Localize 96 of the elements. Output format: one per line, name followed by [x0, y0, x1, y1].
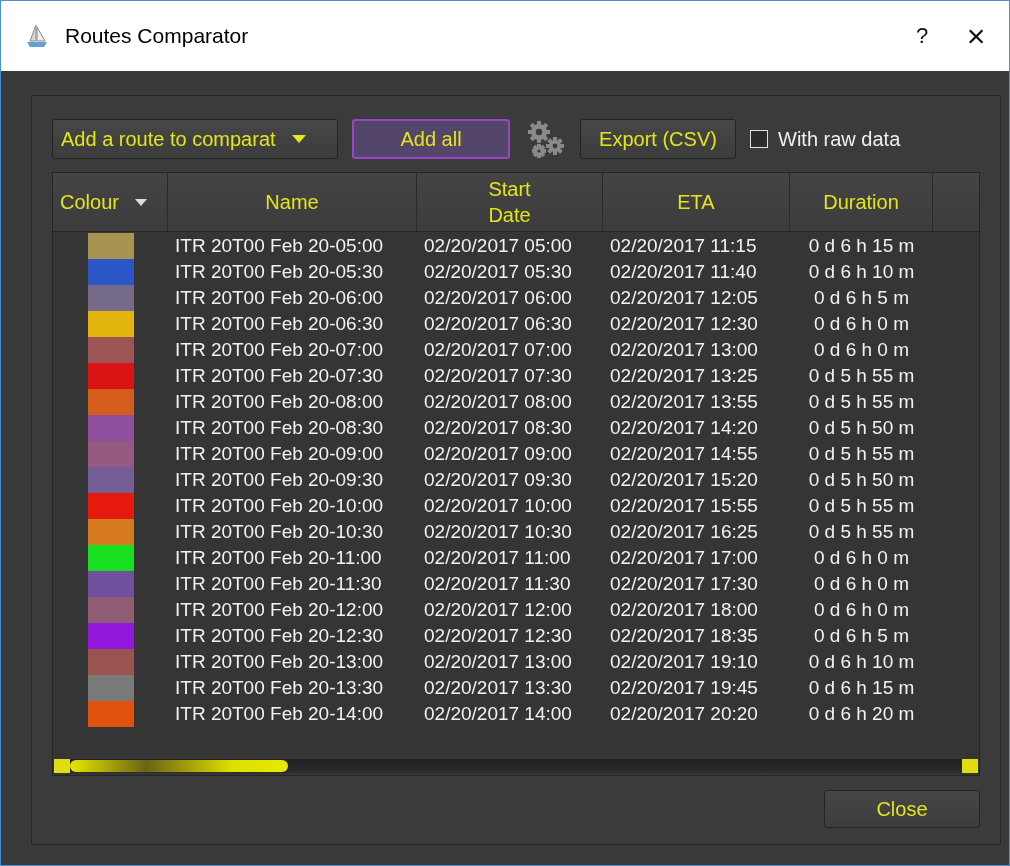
table-cell-text: 02/20/2017 10:30: [423, 520, 573, 544]
table-cell-text: 02/20/2017 09:00: [423, 442, 573, 466]
table-cell-text: ITR 20T00 Feb 20-05:00: [174, 234, 385, 258]
window-title: Routes Comparator: [65, 24, 249, 48]
add-all-button[interactable]: Add all: [352, 119, 510, 159]
table-cell-text: 0 d 6 h 0 m: [812, 546, 911, 570]
table-cell-text: ITR 20T00 Feb 20-08:00: [174, 390, 385, 414]
checkbox[interactable]: [750, 130, 768, 148]
column-header[interactable]: Start Date: [417, 173, 603, 231]
table-cell-text: ITR 20T00 Feb 20-11:30: [174, 572, 383, 596]
table-cell-text: 02/20/2017 13:00: [423, 650, 573, 674]
table-cell-text: ITR 20T00 Feb 20-06:30: [174, 312, 385, 336]
table-cell-text: 0 d 6 h 0 m: [812, 572, 911, 596]
table-cell-text: ITR 20T00 Feb 20-10:30: [174, 520, 385, 544]
table-cell-text: 02/20/2017 19:45: [609, 676, 759, 700]
table-cell-text: ITR 20T00 Feb 20-12:00: [174, 598, 385, 622]
table-cell-text: 02/20/2017 13:00: [609, 338, 759, 362]
table-cell-text: 0 d 6 h 15 m: [807, 676, 916, 700]
table-cell-text: 02/20/2017 15:20: [609, 468, 759, 492]
column-header-label: Colour: [60, 190, 119, 215]
table-cell-text: ITR 20T00 Feb 20-07:30: [174, 364, 385, 388]
table-cell-text: 02/20/2017 18:00: [609, 598, 759, 622]
table-cell-text: ITR 20T00 Feb 20-11:00: [174, 546, 383, 570]
table-cell-text: 02/20/2017 06:00: [423, 286, 573, 310]
table-cell-text: 0 d 6 h 0 m: [812, 312, 911, 336]
route-dropdown[interactable]: Add a route to comparat: [52, 119, 338, 159]
column-header[interactable]: Name: [168, 173, 417, 231]
table-cell-text: 0 d 6 h 5 m: [812, 624, 911, 648]
table-cell-text: 0 d 5 h 55 m: [807, 494, 916, 518]
column-header[interactable]: Colour: [53, 173, 168, 231]
table-cell-text: 02/20/2017 14:55: [609, 442, 759, 466]
close-button[interactable]: ×: [953, 16, 999, 56]
table-cell-text: 02/20/2017 07:30: [423, 364, 573, 388]
table-cell-text: 02/20/2017 08:30: [423, 416, 573, 440]
scrollbar-thumb[interactable]: [70, 760, 288, 772]
export-button[interactable]: Export (CSV): [580, 119, 736, 159]
table-cell-text: 02/20/2017 18:35: [609, 624, 759, 648]
sort-arrow-icon: [134, 198, 147, 206]
table-cell-text: 0 d 6 h 10 m: [807, 260, 916, 284]
table-cell-text: 02/20/2017 08:00: [423, 390, 573, 414]
table-cell-text: 02/20/2017 17:00: [609, 546, 759, 570]
dropdown-arrow-icon: [291, 135, 306, 143]
table-cell-text: ITR 20T00 Feb 20-06:00: [174, 286, 385, 310]
table-cell-text: 0 d 5 h 55 m: [807, 442, 916, 466]
table-cell-text: 02/20/2017 11:30: [423, 572, 572, 596]
table-cell-text: 02/20/2017 06:30: [423, 312, 573, 336]
table-cell-text: 02/20/2017 12:30: [423, 624, 573, 648]
table-cell-text: ITR 20T00 Feb 20-10:00: [174, 494, 385, 518]
close-dialog-button[interactable]: Close: [824, 790, 980, 828]
table-cell-text: 02/20/2017 11:15: [609, 234, 758, 258]
column-header[interactable]: ETA: [603, 173, 790, 231]
table-cell-text: 02/20/2017 13:55: [609, 390, 759, 414]
table-cell-text: ITR 20T00 Feb 20-09:00: [174, 442, 385, 466]
table-cell-text: 0 d 5 h 50 m: [807, 416, 916, 440]
table-cell-text: 02/20/2017 15:55: [609, 494, 759, 518]
table-cell-text: 02/20/2017 19:10: [609, 650, 759, 674]
table-cell-text: 0 d 6 h 5 m: [812, 286, 911, 310]
table-cell-text: 02/20/2017 14:00: [423, 702, 573, 726]
table-cell-text: 02/20/2017 16:25: [609, 520, 759, 544]
table-cell-text: 0 d 5 h 50 m: [807, 468, 916, 492]
table-cell-text: 02/20/2017 14:20: [609, 416, 759, 440]
gears-icon[interactable]: [526, 119, 566, 159]
table-cell-text: ITR 20T00 Feb 20-13:00: [174, 650, 385, 674]
table-cell-text: 02/20/2017 20:20: [609, 702, 759, 726]
table-cell-text: 02/20/2017 11:40: [609, 260, 758, 284]
help-button[interactable]: ?: [899, 16, 945, 56]
table-cell-text: 02/20/2017 09:30: [423, 468, 573, 492]
table-cell-text: 02/20/2017 13:30: [423, 676, 573, 700]
table-cell-text: ITR 20T00 Feb 20-12:30: [174, 624, 385, 648]
table-cell-text: 02/20/2017 11:00: [423, 546, 572, 570]
table-cell-text: 0 d 6 h 0 m: [812, 338, 911, 362]
table-cell-text: ITR 20T00 Feb 20-13:30: [174, 676, 385, 700]
table-cell-text: ITR 20T00 Feb 20-08:30: [174, 416, 385, 440]
table-cell-text: 0 d 6 h 10 m: [807, 650, 916, 674]
table-cell-text: 02/20/2017 05:00: [423, 234, 573, 258]
table-cell-text: 02/20/2017 05:30: [423, 260, 573, 284]
table-cell-text: 0 d 5 h 55 m: [807, 390, 916, 414]
table-cell-text: 0 d 5 h 55 m: [807, 520, 916, 544]
horizontal-scrollbar[interactable]: [54, 759, 978, 773]
table-cell-text: 02/20/2017 12:30: [609, 312, 759, 336]
table-cell-text: ITR 20T00 Feb 20-05:30: [174, 260, 385, 284]
table-cell-text: 02/20/2017 10:00: [423, 494, 573, 518]
table-cell-text: ITR 20T00 Feb 20-14:00: [174, 702, 385, 726]
table-cell-text: 0 d 6 h 15 m: [807, 234, 916, 258]
table-cell-text: 02/20/2017 12:05: [609, 286, 759, 310]
table-cell-text: ITR 20T00 Feb 20-07:00: [174, 338, 385, 362]
checkbox-label: With raw data: [778, 127, 901, 151]
column-header[interactable]: Duration: [790, 173, 933, 231]
table-cell-text: 0 d 6 h 20 m: [807, 702, 916, 726]
table-cell-text: 0 d 5 h 55 m: [807, 364, 916, 388]
table-cell-text: 02/20/2017 17:30: [609, 572, 759, 596]
table-cell-text: 0 d 6 h 0 m: [812, 598, 911, 622]
table-cell-text: 02/20/2017 12:00: [423, 598, 573, 622]
table-cell-text: 02/20/2017 13:25: [609, 364, 759, 388]
table-cell-text: 02/20/2017 07:00: [423, 338, 573, 362]
table-cell-text: ITR 20T00 Feb 20-09:30: [174, 468, 385, 492]
